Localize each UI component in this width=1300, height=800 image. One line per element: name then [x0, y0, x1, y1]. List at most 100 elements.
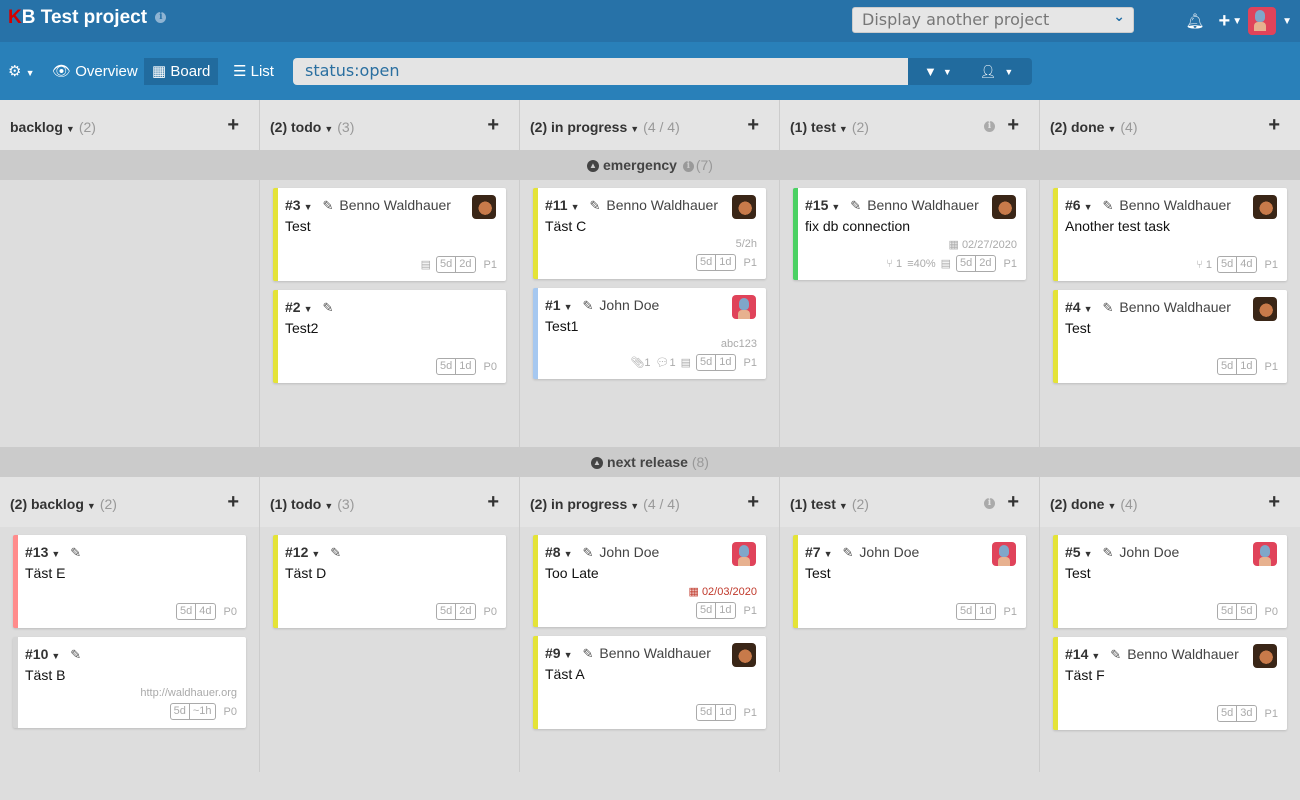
task-title[interactable]: Test2 [285, 320, 497, 336]
task-id-link[interactable]: #10 [25, 646, 48, 662]
add-task-button[interactable]: + [1268, 491, 1280, 514]
task-title[interactable]: Täst E [25, 565, 237, 581]
task-id-link[interactable]: #1 [545, 297, 561, 313]
view-board-tab[interactable]: ▦ Board [144, 58, 219, 85]
caret-down-icon[interactable]: ▼ [51, 651, 60, 661]
column-title[interactable]: backlog [10, 119, 63, 135]
caret-down-icon[interactable]: ▼ [304, 202, 313, 212]
task-card[interactable]: #6 ▼ ✎ Benno Waldhauer Another test task ⑂ 1 5… [1053, 188, 1287, 281]
edit-icon[interactable]: ✎ [1103, 300, 1114, 315]
column-title[interactable]: (1) test [790, 119, 836, 135]
caret-down-icon[interactable]: ▼ [1107, 124, 1116, 134]
column-title[interactable]: (1) todo [270, 496, 321, 512]
caret-down-icon[interactable]: ▼ [1282, 16, 1292, 27]
column-title[interactable]: (1) test [790, 496, 836, 512]
caret-down-icon[interactable]: ▼ [324, 124, 333, 134]
task-id-link[interactable]: #6 [1065, 197, 1081, 213]
create-plus-icon[interactable]: + [1219, 10, 1231, 33]
caret-down-icon[interactable]: ▼ [1107, 501, 1116, 511]
task-id-link[interactable]: #2 [285, 299, 301, 315]
logo-k[interactable]: K [8, 7, 22, 28]
edit-icon[interactable]: ✎ [1110, 647, 1121, 662]
task-card[interactable]: #8 ▼ ✎ John Doe Too Late ▦ 02/03/2020 5d 1d P1 [533, 535, 766, 627]
column-title[interactable]: (2) done [1050, 496, 1104, 512]
task-title[interactable]: fix db connection [805, 218, 1017, 234]
edit-icon[interactable]: ✎ [583, 646, 594, 661]
task-card[interactable]: #4 ▼ ✎ Benno Waldhauer Test 5d 1d P1 [1053, 290, 1287, 383]
edit-icon[interactable]: ✎ [70, 647, 81, 662]
task-card[interactable]: #9 ▼ ✎ Benno Waldhauer Täst A 5d 1d P1 [533, 636, 766, 729]
caret-down-icon[interactable]: ▼ [630, 501, 639, 511]
task-id-link[interactable]: #5 [1065, 544, 1081, 560]
task-card[interactable]: #5 ▼ ✎ John Doe Test 5d 5d P0 [1053, 535, 1287, 628]
filter-icon[interactable]: ▼ [924, 64, 937, 79]
task-card[interactable]: #3 ▼ ✎ Benno Waldhauer Test ▤ 5d 2d P1 [273, 188, 506, 281]
task-title[interactable]: Täst F [1065, 667, 1278, 683]
caret-down-icon[interactable]: ▼ [1084, 549, 1093, 559]
task-title[interactable]: Another test task [1065, 218, 1278, 234]
subtask-progress[interactable]: ≡40% [907, 258, 935, 270]
task-id-link[interactable]: #4 [1065, 299, 1081, 315]
collapse-toggle-icon[interactable]: ▲ [587, 160, 600, 173]
task-card[interactable]: #11 ▼ ✎ Benno Waldhauer Täst C 5/2h 5d 1d P1 [533, 188, 766, 279]
user-avatar[interactable] [1248, 7, 1277, 35]
view-overview-tab[interactable]: 👁︎ Overview [44, 58, 146, 85]
edit-icon[interactable]: ✎ [583, 298, 594, 313]
task-assignee[interactable]: Benno Waldhauer [599, 645, 711, 661]
add-task-button[interactable]: + [1268, 114, 1280, 137]
task-id-link[interactable]: #15 [805, 197, 828, 213]
caret-down-icon[interactable]: ▼ [66, 124, 75, 134]
edit-icon[interactable]: ✎ [1103, 545, 1114, 560]
caret-down-icon[interactable]: ▼ [571, 202, 580, 212]
description-icon[interactable]: ▤ [941, 257, 951, 270]
caret-down-icon[interactable]: ▼ [564, 549, 573, 559]
edit-icon[interactable]: ✎ [1103, 198, 1114, 213]
edit-icon[interactable]: ✎ [850, 198, 861, 213]
add-task-button[interactable]: + [747, 491, 759, 514]
edit-icon[interactable]: ✎ [583, 545, 594, 560]
task-card[interactable]: #13 ▼ ✎ Täst E 5d 4d P0 [13, 535, 246, 628]
task-id-link[interactable]: #12 [285, 544, 308, 560]
column-title[interactable]: (2) backlog [10, 496, 84, 512]
edit-icon[interactable]: ✎ [323, 300, 334, 315]
task-title[interactable]: Täst A [545, 666, 757, 682]
collapse-toggle-icon[interactable]: ▲ [591, 457, 604, 470]
add-task-button[interactable]: + [487, 114, 499, 137]
info-icon[interactable]: i [155, 12, 167, 24]
subtask-links-count[interactable]: ⑂ 1 [886, 258, 902, 270]
add-task-button[interactable]: + [227, 114, 239, 137]
project-selector[interactable]: Display another project ⌄ [852, 7, 1134, 33]
task-assignee[interactable]: Benno Waldhauer [867, 197, 979, 213]
caret-down-icon[interactable]: ▼ [564, 650, 573, 660]
task-id-link[interactable]: #7 [805, 544, 821, 560]
task-card[interactable]: #10 ▼ ✎ Täst B http://waldhauer.org 5d ~1h P0 [13, 637, 246, 728]
caret-down-icon[interactable]: ▼ [630, 124, 639, 134]
task-id-link[interactable]: #3 [285, 197, 301, 213]
caret-down-icon[interactable]: ▼ [1091, 651, 1100, 661]
subtask-links-count[interactable]: ⑂ 1 [1196, 259, 1212, 271]
task-assignee[interactable]: John Doe [1119, 544, 1179, 560]
task-assignee[interactable]: Benno Waldhauer [606, 197, 718, 213]
caret-down-icon[interactable]: ▼ [324, 501, 333, 511]
edit-icon[interactable]: ✎ [843, 545, 854, 560]
caret-down-icon[interactable]: ▼ [839, 501, 848, 511]
task-id-link[interactable]: #11 [545, 197, 568, 213]
notification-bell-icon[interactable]: 🔔︎ [1185, 12, 1204, 30]
edit-icon[interactable]: ✎ [70, 545, 81, 560]
caret-down-icon[interactable]: ▼ [1084, 202, 1093, 212]
task-title[interactable]: Täst D [285, 565, 497, 581]
user-filter-icon[interactable]: 👤︎ [980, 64, 997, 80]
description-icon[interactable]: ▤ [681, 356, 691, 369]
task-title[interactable]: Täst C [545, 218, 757, 234]
task-title[interactable]: Too Late [545, 565, 757, 581]
task-id-link[interactable]: #14 [1065, 646, 1088, 662]
add-task-button[interactable]: + [747, 114, 759, 137]
caret-down-icon[interactable]: ▼ [1004, 67, 1013, 77]
task-assignee[interactable]: John Doe [599, 297, 659, 313]
task-id-link[interactable]: #13 [25, 544, 48, 560]
column-title[interactable]: (2) todo [270, 119, 321, 135]
edit-icon[interactable]: ✎ [590, 198, 601, 213]
edit-icon[interactable]: ✎ [323, 198, 334, 213]
info-icon[interactable]: i [984, 498, 995, 509]
caret-down-icon[interactable]: ▼ [943, 67, 952, 77]
